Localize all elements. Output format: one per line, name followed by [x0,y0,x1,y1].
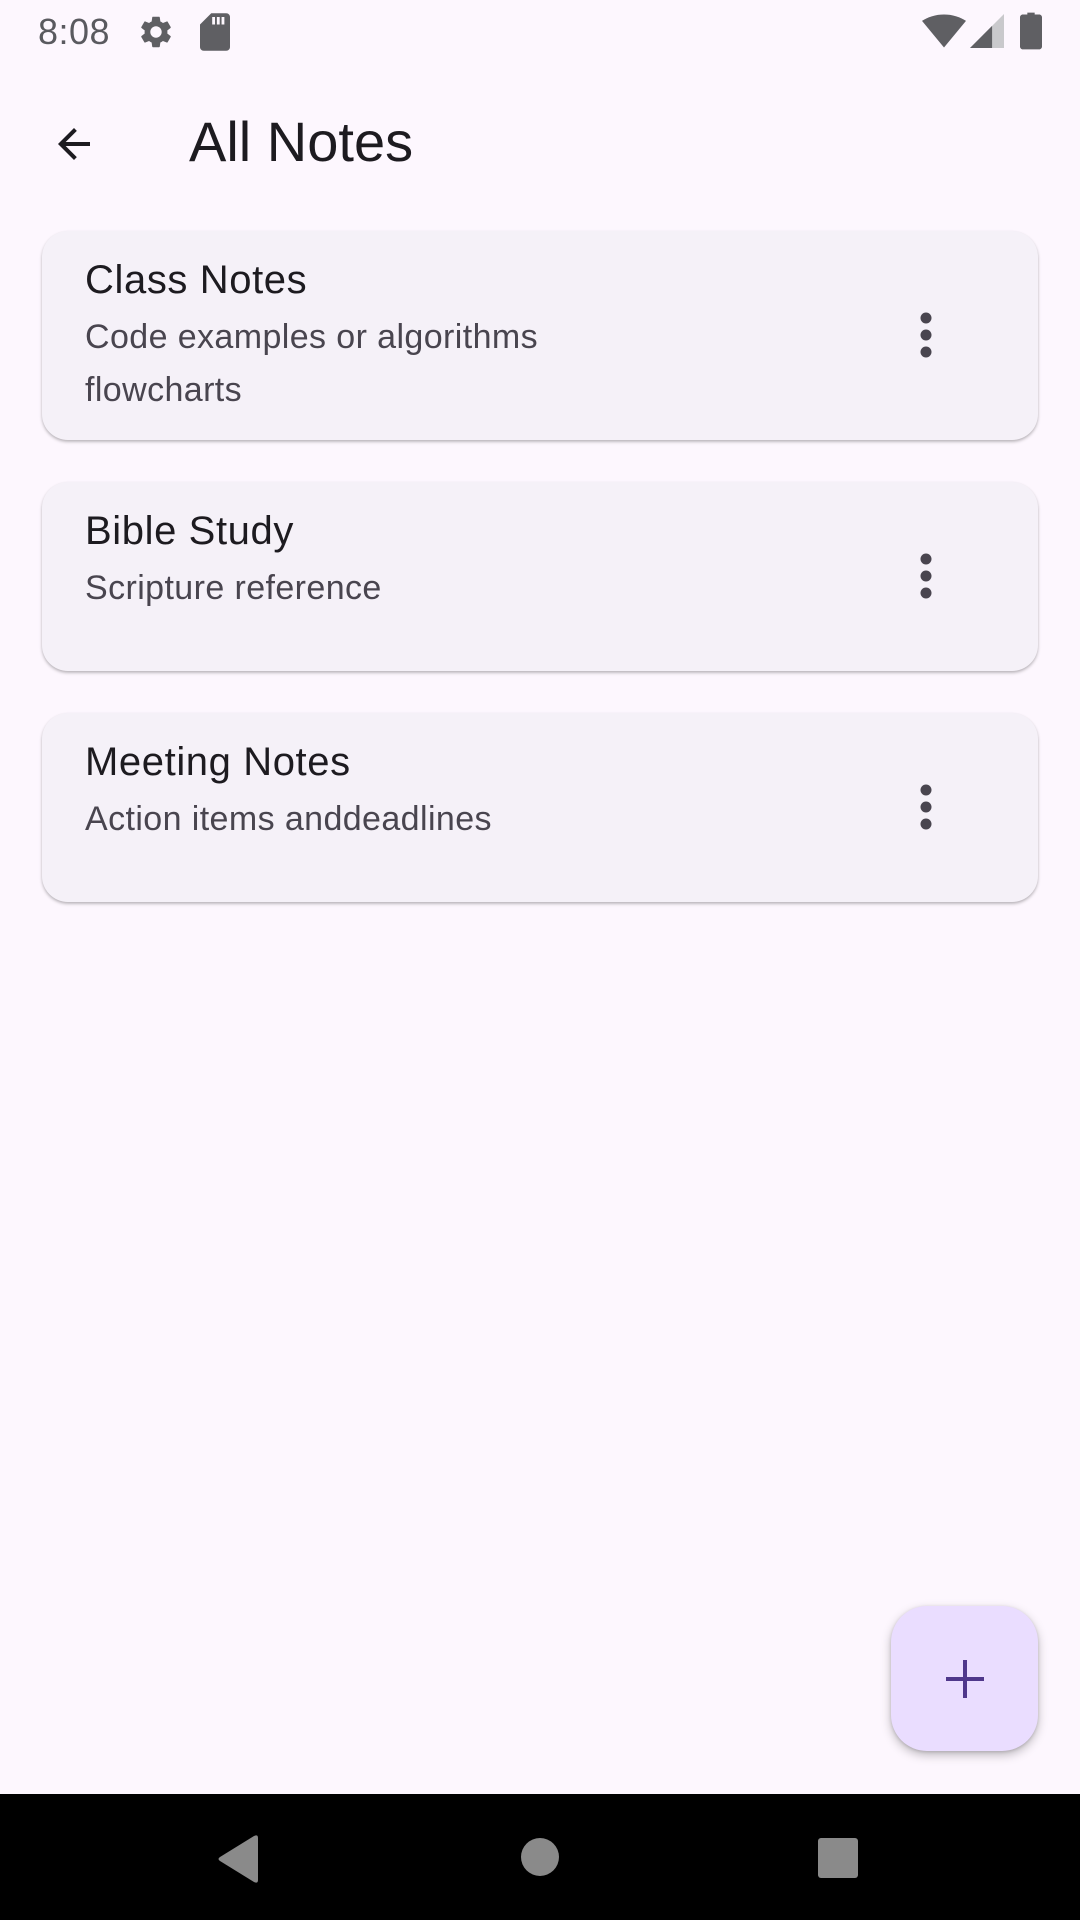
status-time: 8:08 [38,11,111,52]
more-options-button[interactable] [906,305,946,365]
note-title: Bible Study [85,509,294,553]
battery-icon [1020,12,1042,50]
back-button[interactable] [32,102,116,186]
more-options-button[interactable] [906,546,946,606]
nav-back-icon[interactable] [216,1834,260,1884]
note-card-class-notes[interactable]: Class Notes Code examples or algorithms … [42,231,1038,440]
note-subtitle: Code examples or algorithms flowcharts [85,318,538,409]
sd-card-icon [200,13,230,51]
more-vert-icon [920,553,932,599]
nav-home-icon[interactable] [520,1837,560,1877]
add-icon [945,1659,984,1698]
signal-icon [970,14,1004,48]
note-card-bible-study[interactable]: Bible Study Scripture reference [42,482,1038,671]
system-nav-bar [0,1794,1080,1920]
note-title: Meeting Notes [85,740,351,784]
add-note-button[interactable] [891,1606,1038,1751]
note-card-meeting-notes[interactable]: Meeting Notes Action items anddeadlines [42,713,1038,902]
wifi-icon [922,14,966,48]
more-vert-icon [920,784,932,830]
more-vert-icon [920,312,932,358]
page-title: All Notes [189,110,414,173]
more-options-button[interactable] [906,777,946,837]
note-list: Class Notes Code examples or algorithms … [42,231,1038,944]
arrow-back-icon [58,128,90,160]
status-bar: 8:08 [0,0,1080,64]
note-title: Class Notes [85,258,308,302]
note-subtitle: Scripture reference [85,569,382,607]
note-subtitle: Action items anddeadlines [85,800,492,838]
gear-icon [141,16,171,48]
app-bar: All Notes [0,64,1080,204]
nav-recents-icon[interactable] [818,1838,858,1878]
